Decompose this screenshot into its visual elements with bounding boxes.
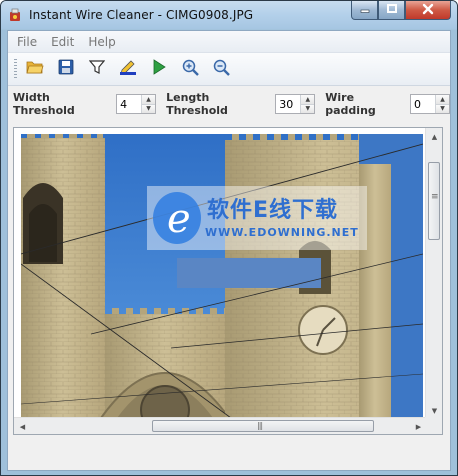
width-threshold-label: Width Threshold	[13, 91, 75, 117]
maximize-button[interactable]	[378, 1, 405, 20]
length-threshold-up-icon[interactable]: ▲	[301, 95, 315, 105]
app-icon	[7, 7, 23, 23]
menu-help[interactable]: Help	[81, 35, 122, 49]
toolbar-grip[interactable]	[14, 59, 17, 79]
vertical-scrollbar[interactable]: ▲ ≡ ▼	[425, 128, 442, 419]
wire-padding-up-icon[interactable]: ▲	[436, 95, 449, 105]
draw-button[interactable]	[116, 57, 140, 81]
menu-edit[interactable]: Edit	[44, 35, 81, 49]
horizontal-scrollbar[interactable]: ◀ ||| ▶	[14, 417, 427, 434]
parameter-bar: Width Threshold ▲▼ Length Threshold ▲▼ W…	[8, 86, 450, 122]
length-threshold-down-icon[interactable]: ▼	[301, 104, 315, 113]
width-threshold-up-icon[interactable]: ▲	[142, 95, 156, 105]
watermark-title: 软件E线下载	[207, 198, 339, 223]
zoom-in-icon	[182, 59, 199, 80]
zoom-out-button[interactable]	[209, 57, 233, 81]
vertical-grip-icon: ≡	[431, 192, 438, 202]
scroll-corner	[425, 417, 442, 434]
scroll-up-icon[interactable]: ▲	[426, 128, 442, 145]
minimize-icon	[360, 4, 370, 17]
play-icon	[152, 59, 166, 79]
minimize-button[interactable]	[351, 1, 378, 20]
width-threshold-down-icon[interactable]: ▼	[142, 104, 156, 113]
scroll-left-icon[interactable]: ◀	[14, 418, 31, 434]
width-threshold-stepper[interactable]: ▲▼	[116, 94, 157, 114]
close-button[interactable]	[405, 1, 451, 20]
menu-file[interactable]: File	[10, 35, 44, 49]
width-threshold-input[interactable]	[117, 95, 142, 113]
window-title: Instant Wire Cleaner - CIMG0908.JPG	[29, 8, 254, 22]
draw-pen-icon	[119, 59, 137, 79]
close-icon	[422, 3, 434, 18]
vertical-scroll-thumb[interactable]: ≡	[428, 162, 440, 240]
zoom-out-icon	[213, 59, 230, 80]
client-area: File Edit Help Width Threshold 4 ▲ ▼ Len…	[7, 30, 451, 471]
run-button[interactable]	[147, 57, 171, 81]
wire-padding-label: Wire padding	[325, 91, 376, 117]
wire-padding-stepper[interactable]: ▲▼	[410, 94, 450, 114]
wire-padding-input[interactable]	[411, 95, 435, 113]
save-button[interactable]	[54, 57, 78, 81]
zoom-in-button[interactable]	[178, 57, 202, 81]
length-threshold-stepper[interactable]: ▲▼	[275, 94, 316, 114]
svg-text:e: e	[167, 196, 191, 242]
toolbar	[8, 53, 450, 86]
length-threshold-input[interactable]	[276, 95, 301, 113]
horizontal-grip-icon: |||	[257, 421, 263, 430]
open-button[interactable]	[23, 57, 47, 81]
filter-funnel-icon	[88, 59, 106, 79]
cathedral-photo[interactable]: e 软件E线下载 WWW.EDOWNING.NET	[21, 134, 423, 418]
open-folder-icon	[26, 59, 44, 79]
maximize-icon	[386, 3, 397, 17]
save-disk-icon	[58, 59, 74, 79]
app-window: Instant Wire Cleaner - CIMG0908.JPG File	[0, 0, 458, 476]
filter-button[interactable]	[85, 57, 109, 81]
wire-padding-down-icon[interactable]: ▼	[436, 104, 449, 113]
horizontal-scroll-thumb[interactable]: |||	[152, 420, 374, 432]
image-viewport[interactable]: e 软件E线下载 WWW.EDOWNING.NET ▲ ≡ ▼ ◀ ||| ▶	[13, 127, 443, 435]
menu-bar: File Edit Help	[8, 31, 450, 53]
length-threshold-label: Length Threshold	[166, 91, 228, 117]
watermark-url: WWW.EDOWNING.NET	[205, 226, 359, 239]
title-bar[interactable]: Instant Wire Cleaner - CIMG0908.JPG	[1, 1, 457, 29]
